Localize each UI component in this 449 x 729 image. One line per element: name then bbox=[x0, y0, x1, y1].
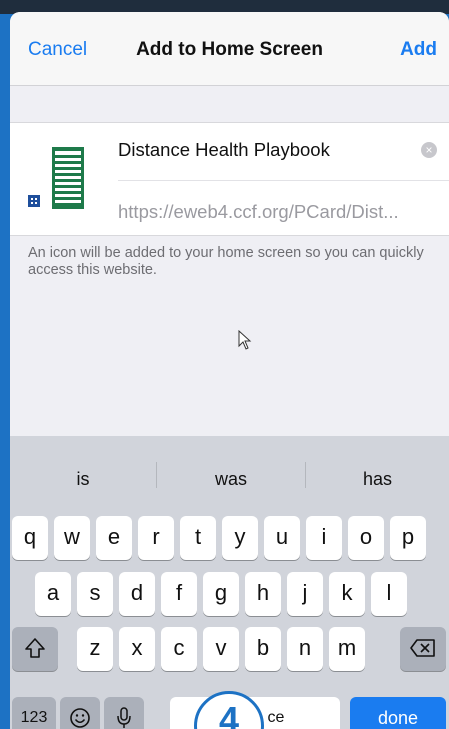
backspace-icon bbox=[410, 639, 435, 657]
key-e[interactable]: e bbox=[96, 516, 132, 560]
key-h[interactable]: h bbox=[245, 572, 281, 616]
bookmark-title-input[interactable]: Distance Health Playbook bbox=[118, 139, 330, 161]
shift-key[interactable] bbox=[12, 627, 58, 671]
key-f[interactable]: f bbox=[161, 572, 197, 616]
sheet-title: Add to Home Screen bbox=[136, 39, 323, 60]
key-j[interactable]: j bbox=[287, 572, 323, 616]
delete-key[interactable] bbox=[400, 627, 446, 671]
key-s[interactable]: s bbox=[77, 572, 113, 616]
emoji-key[interactable] bbox=[60, 697, 100, 729]
key-z[interactable]: z bbox=[77, 627, 113, 671]
key-k[interactable]: k bbox=[329, 572, 365, 616]
done-key[interactable]: done bbox=[350, 697, 446, 729]
key-r[interactable]: r bbox=[138, 516, 174, 560]
key-v[interactable]: v bbox=[203, 627, 239, 671]
info-text: An icon will be added to your home scree… bbox=[28, 245, 424, 278]
bookmark-url: https://eweb4.ccf.org/PCard/Dist... bbox=[118, 201, 399, 222]
emoji-icon bbox=[70, 708, 90, 728]
step-number: 4 bbox=[218, 699, 240, 729]
keyboard: is was has q w e r t y u i o p a s d f g… bbox=[10, 436, 449, 729]
key-l[interactable]: l bbox=[371, 572, 407, 616]
key-i[interactable]: i bbox=[306, 516, 342, 560]
key-w[interactable]: w bbox=[54, 516, 90, 560]
suggestion-item[interactable]: is bbox=[10, 436, 156, 490]
key-g[interactable]: g bbox=[203, 572, 239, 616]
key-q[interactable]: q bbox=[12, 516, 48, 560]
shift-arrow-icon bbox=[25, 638, 45, 658]
mouse-pointer-icon bbox=[238, 330, 252, 350]
add-button[interactable]: Add bbox=[400, 39, 437, 61]
numbers-key[interactable]: 123 bbox=[12, 697, 56, 729]
key-m[interactable]: m bbox=[329, 627, 365, 671]
key-n[interactable]: n bbox=[287, 627, 323, 671]
key-b[interactable]: b bbox=[245, 627, 281, 671]
field-divider bbox=[118, 180, 449, 181]
key-x[interactable]: x bbox=[119, 627, 155, 671]
key-o[interactable]: o bbox=[348, 516, 384, 560]
key-t[interactable]: t bbox=[180, 516, 216, 560]
suggestion-bar: is was has bbox=[10, 436, 449, 490]
key-d[interactable]: d bbox=[119, 572, 155, 616]
key-p[interactable]: p bbox=[390, 516, 426, 560]
add-to-home-sheet: Cancel Add to Home Screen Add Distance H… bbox=[10, 12, 449, 729]
clear-text-icon[interactable]: × bbox=[421, 142, 437, 158]
document-list-icon bbox=[28, 147, 84, 209]
navigation-bar: Cancel Add to Home Screen Add bbox=[10, 12, 449, 86]
key-y[interactable]: y bbox=[222, 516, 258, 560]
bookmark-card: Distance Health Playbook × https://eweb4… bbox=[10, 122, 449, 236]
key-a[interactable]: a bbox=[35, 572, 71, 616]
suggestion-item[interactable]: was bbox=[157, 436, 305, 490]
microphone-icon bbox=[117, 707, 131, 728]
suggestion-item[interactable]: has bbox=[306, 436, 449, 490]
dictation-key[interactable] bbox=[104, 697, 144, 729]
key-c[interactable]: c bbox=[161, 627, 197, 671]
key-u[interactable]: u bbox=[264, 516, 300, 560]
